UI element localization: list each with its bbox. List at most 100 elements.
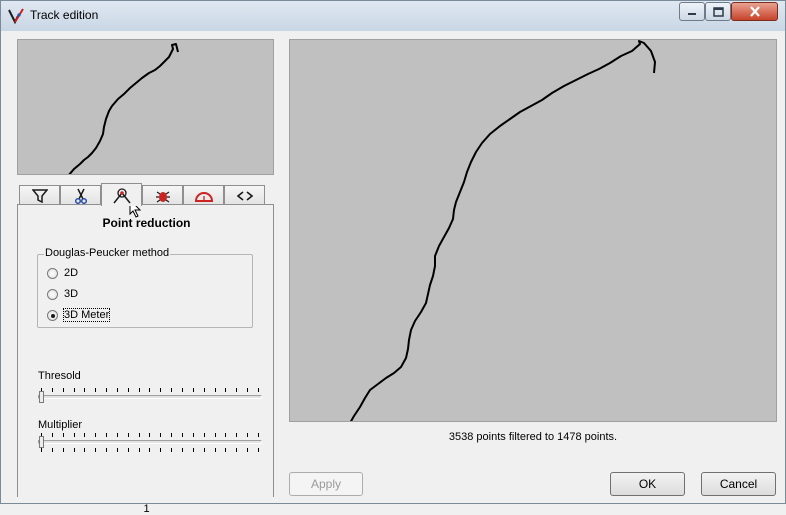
slider-tick bbox=[160, 448, 162, 452]
close-icon bbox=[749, 6, 760, 17]
tab-point-reduction[interactable] bbox=[101, 183, 142, 206]
slider-tick bbox=[127, 388, 129, 392]
tab-compare[interactable] bbox=[224, 185, 265, 205]
apply-button[interactable]: Apply bbox=[289, 472, 363, 496]
slider-tick bbox=[95, 448, 97, 452]
slider-tick bbox=[84, 448, 86, 452]
threshold-ticks bbox=[41, 388, 259, 392]
slider-tick bbox=[247, 433, 249, 437]
slider-tick bbox=[51, 448, 53, 452]
douglas-peucker-group: Douglas-Peucker method 2D 3D 3D Meter bbox=[37, 247, 253, 328]
slider-tick bbox=[84, 388, 86, 392]
multiplier-ticks-bottom bbox=[41, 448, 259, 452]
multiplier-label: Multiplier bbox=[38, 419, 83, 431]
minimize-button[interactable] bbox=[679, 2, 705, 21]
track-edition-window: Track edition Point reduction Douglas-Pe… bbox=[0, 0, 786, 515]
slider-tick bbox=[116, 433, 118, 437]
slider-tick bbox=[171, 448, 173, 452]
multiplier-ticks-top bbox=[41, 433, 259, 437]
slider-tick bbox=[160, 433, 162, 437]
slider-tick bbox=[73, 448, 75, 452]
threshold-thumb[interactable] bbox=[39, 391, 44, 403]
slider-tick bbox=[192, 388, 194, 392]
close-button[interactable] bbox=[731, 2, 778, 21]
multiplier-slider[interactable] bbox=[38, 433, 262, 453]
slider-tick bbox=[214, 448, 216, 452]
slider-tick bbox=[51, 433, 53, 437]
point-reduction-icon bbox=[112, 187, 131, 203]
threshold-label: Thresold bbox=[38, 370, 81, 382]
slider-tick bbox=[73, 433, 75, 437]
tool-tabs bbox=[19, 183, 274, 206]
tab-cut[interactable] bbox=[60, 185, 101, 205]
option-3d[interactable]: 3D bbox=[47, 288, 78, 300]
threshold-slider[interactable] bbox=[38, 388, 262, 408]
threshold-track bbox=[38, 395, 262, 399]
slider-tick bbox=[62, 433, 64, 437]
option-3d-label: 3D bbox=[64, 288, 79, 300]
slider-tick bbox=[62, 388, 64, 392]
tab-debug[interactable] bbox=[142, 185, 183, 205]
client-area: Point reduction Douglas-Peucker method 2… bbox=[9, 31, 779, 515]
slider-tick bbox=[106, 448, 108, 452]
radio-3d-meter[interactable] bbox=[47, 309, 58, 321]
slider-tick bbox=[203, 448, 205, 452]
slider-tick bbox=[181, 448, 183, 452]
slider-tick bbox=[138, 433, 140, 437]
slider-tick bbox=[225, 433, 227, 437]
maximize-button[interactable] bbox=[705, 2, 731, 21]
slider-tick bbox=[95, 388, 97, 392]
group-label: Douglas-Peucker method bbox=[44, 247, 171, 259]
option-3d-meter[interactable]: 3D Meter bbox=[47, 308, 111, 322]
slider-tick bbox=[225, 388, 227, 392]
slider-tick bbox=[203, 433, 205, 437]
slider-tick bbox=[138, 448, 140, 452]
angle-brackets-icon bbox=[236, 190, 253, 201]
point-reduction-panel: Point reduction Douglas-Peucker method 2… bbox=[17, 204, 274, 515]
slider-tick bbox=[257, 388, 259, 392]
title-bar[interactable]: Track edition bbox=[1, 1, 785, 31]
slider-tick bbox=[214, 433, 216, 437]
option-2d[interactable]: 2D bbox=[47, 267, 78, 279]
slider-tick bbox=[127, 433, 129, 437]
slider-tick bbox=[138, 388, 140, 392]
slider-tick bbox=[116, 388, 118, 392]
multiplier-value: 1 bbox=[143, 503, 150, 515]
slider-tick bbox=[149, 433, 151, 437]
slider-tick bbox=[247, 388, 249, 392]
minimize-icon bbox=[688, 12, 696, 15]
slider-tick bbox=[181, 388, 183, 392]
slider-tick bbox=[257, 448, 259, 452]
multiplier-thumb[interactable] bbox=[39, 436, 44, 448]
slider-tick bbox=[149, 388, 151, 392]
slider-tick bbox=[236, 433, 238, 437]
slider-tick bbox=[171, 388, 173, 392]
slider-tick bbox=[214, 388, 216, 392]
tab-angle[interactable] bbox=[183, 185, 224, 205]
option-3d-meter-label: 3D Meter bbox=[62, 308, 111, 322]
app-logo-icon bbox=[8, 8, 24, 25]
slider-tick bbox=[192, 448, 194, 452]
panel-title: Point reduction bbox=[102, 216, 191, 230]
multiplier-track bbox=[38, 440, 262, 444]
slider-tick bbox=[106, 388, 108, 392]
radio-2d[interactable] bbox=[47, 267, 58, 279]
slider-tick bbox=[51, 388, 53, 392]
slider-tick bbox=[257, 433, 259, 437]
slider-tick bbox=[84, 433, 86, 437]
radio-3d[interactable] bbox=[47, 288, 58, 300]
bug-icon bbox=[155, 191, 170, 202]
scissors-icon bbox=[74, 188, 87, 204]
option-2d-label: 2D bbox=[64, 267, 79, 279]
cancel-button[interactable]: Cancel bbox=[701, 472, 776, 496]
filter-funnel-icon bbox=[31, 188, 48, 203]
track-detail-preview bbox=[289, 39, 777, 422]
slider-tick bbox=[149, 448, 151, 452]
slider-tick bbox=[236, 448, 238, 452]
ok-button[interactable]: OK bbox=[610, 472, 685, 496]
slider-tick bbox=[192, 433, 194, 437]
slider-tick bbox=[62, 448, 64, 452]
slider-tick bbox=[95, 433, 97, 437]
tab-filter[interactable] bbox=[19, 185, 60, 205]
slider-tick bbox=[181, 433, 183, 437]
